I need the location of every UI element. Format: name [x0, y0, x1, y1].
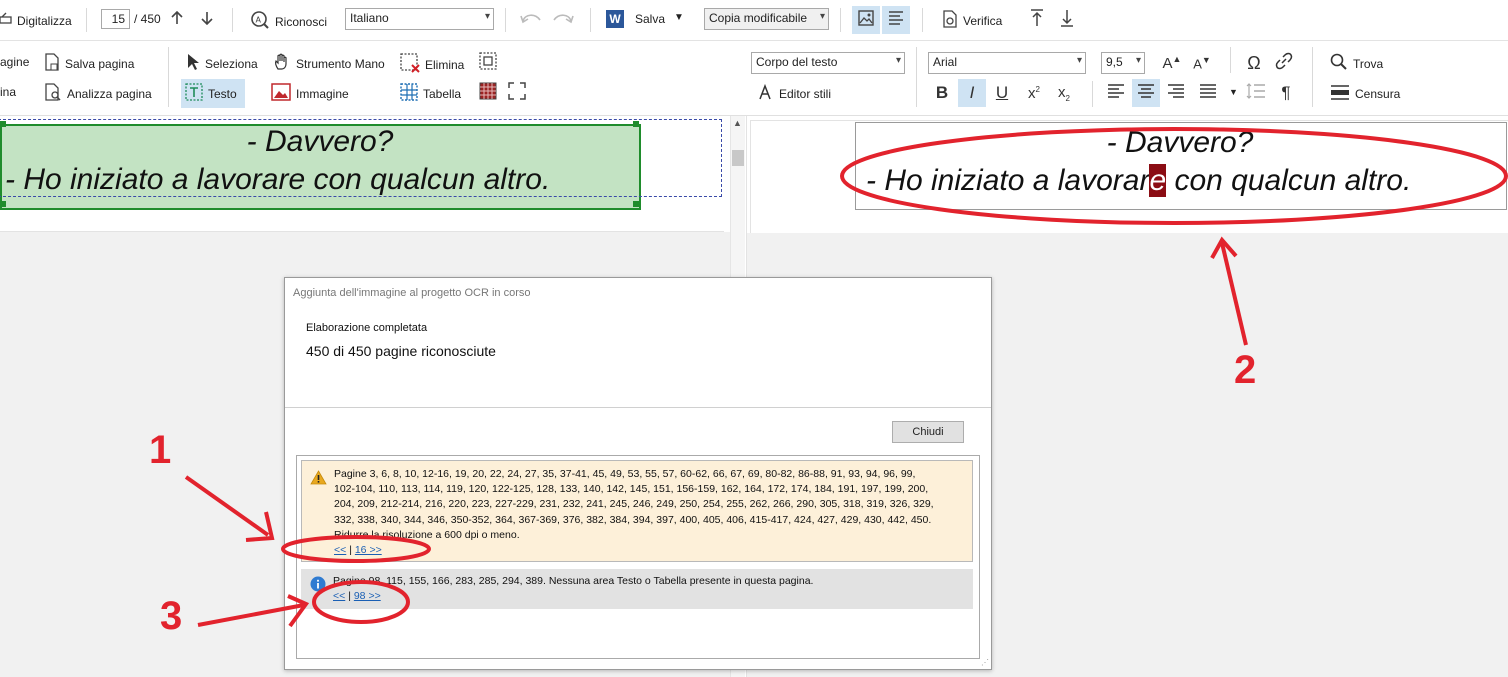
annotation-overlay: [184, 127, 1508, 628]
annotation-ellipse-1: [281, 535, 431, 563]
annotation-label-1: 1: [149, 428, 172, 472]
annotation-ellipse-2: [840, 127, 1508, 225]
annotation-arrowhead-1: [245, 511, 275, 542]
annotation-arrow-3: [197, 603, 305, 627]
annotation-label-2: 2: [1234, 348, 1257, 392]
annotation-ellipse-3: [312, 580, 410, 624]
annotation-arrow-2: [1220, 242, 1248, 346]
annotation-arrowhead-3: [287, 594, 310, 628]
annotation-arrow-1: [184, 475, 270, 537]
annotation-label-3: 3: [160, 594, 183, 638]
